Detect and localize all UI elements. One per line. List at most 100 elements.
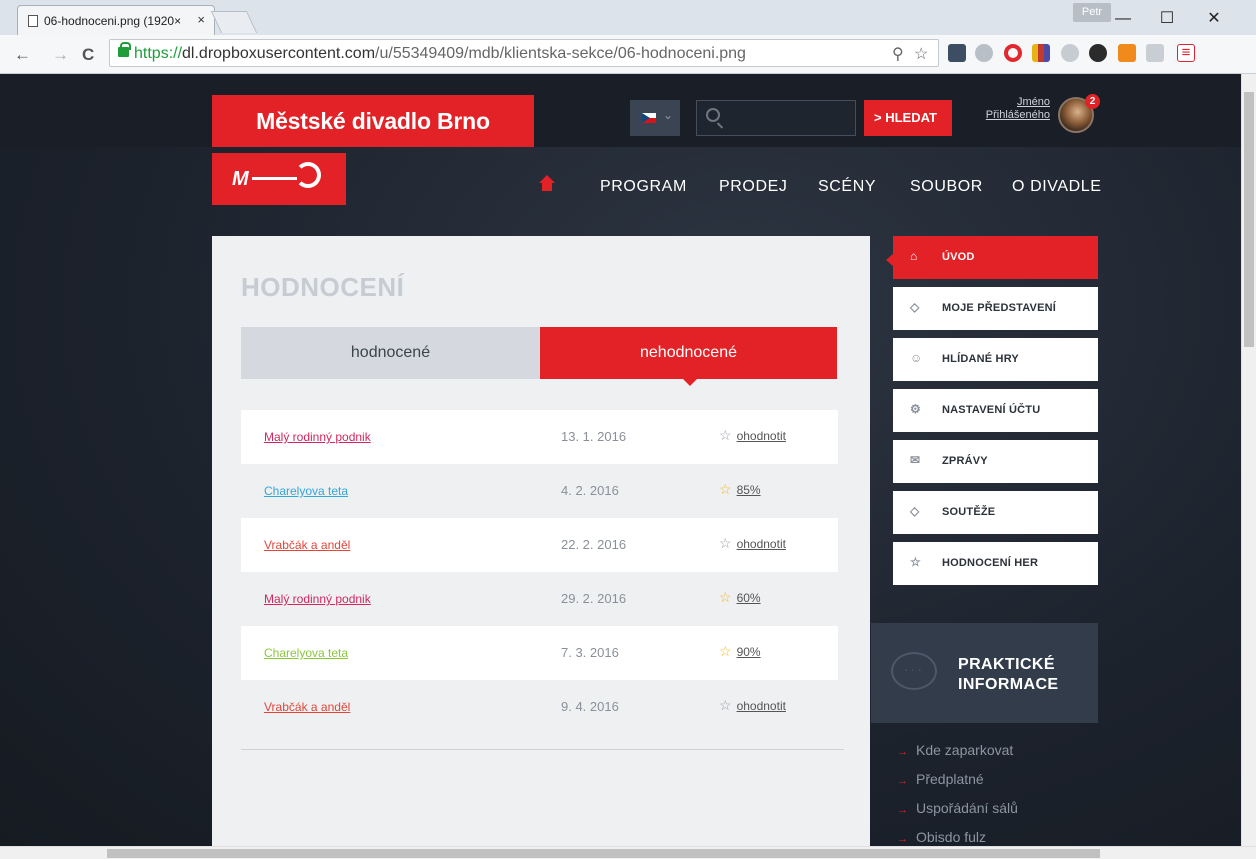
close-tab-icon[interactable]: ×: [197, 12, 205, 27]
sidebar-item-label: MOJE PŘEDSTAVENÍ: [942, 302, 1057, 314]
new-tab-button[interactable]: [210, 11, 258, 33]
back-button[interactable]: ←: [14, 45, 31, 65]
sidebar-item-label: ÚVOD: [942, 251, 975, 263]
forward-button[interactable]: →: [52, 45, 69, 65]
lock-icon: [118, 42, 131, 57]
nav-prodej[interactable]: PRODEJ: [719, 178, 788, 196]
play-date: 9. 4. 2016: [561, 699, 619, 714]
play-title-link[interactable]: Charelyova teta: [264, 646, 348, 660]
sidebar-item-soutěže[interactable]: ◇ SOUTĚŽE: [893, 491, 1098, 534]
grey-extension-icon[interactable]: [1146, 44, 1164, 62]
gear-icon: ⚙: [910, 402, 921, 416]
play-date: 13. 1. 2016: [561, 429, 627, 444]
opera-extension-icon[interactable]: [1004, 44, 1022, 62]
rating-link[interactable]: ☆ 85%: [719, 481, 761, 498]
user-name-link[interactable]: Jméno Přihlášeného: [980, 96, 1050, 122]
rating-link[interactable]: ☆ ohodnotit: [719, 535, 786, 552]
search-icon: [706, 108, 720, 122]
play-date: 29. 2. 2016: [561, 591, 627, 606]
browser-tab[interactable]: 06-hodnoceni.png (1920× ×: [17, 5, 215, 35]
pocket-extension-icon[interactable]: [948, 44, 966, 62]
star-icon: ☆: [910, 555, 921, 569]
maximize-button[interactable]: ☐: [1145, 6, 1189, 32]
star-icon: ☆: [719, 697, 732, 713]
chat-bubble-icon: ···: [891, 652, 937, 690]
info-link[interactable]: → Uspořádání sálů: [897, 800, 1018, 816]
scrollbar-thumb[interactable]: [1244, 92, 1254, 347]
table-row: Malý rodinný podnik 13. 1. 2016 ☆ ohodnotit: [241, 410, 838, 464]
vertical-scrollbar[interactable]: [1241, 74, 1256, 846]
info-link[interactable]: → Kde zaparkovat: [897, 742, 1013, 758]
arrow-icon: →: [897, 746, 908, 758]
sidebar-item-nastavení-účtu[interactable]: ⚙ NASTAVENÍ ÚČTU: [893, 389, 1098, 432]
site-brand[interactable]: Městské divadlo Brno: [212, 95, 534, 147]
play-title-link[interactable]: Malý rodinný podnik: [264, 430, 371, 444]
sidebar-item-hlídané-hry[interactable]: ☺ HLÍDANÉ HRY: [893, 338, 1098, 381]
table-row: Vrabčák a anděl 22. 2. 2016 ☆ ohodnotit: [241, 518, 838, 572]
tab-rated[interactable]: hodnocené: [241, 327, 540, 379]
sidebar-item-hodnocení-her[interactable]: ☆ HODNOCENÍ HER: [893, 542, 1098, 585]
rating-link[interactable]: ☆ 90%: [719, 643, 761, 660]
page-viewport: Městské divadlo Brno ⌄ > HLEDAT Jméno Při…: [0, 74, 1241, 846]
chart-extension-icon[interactable]: [1118, 44, 1136, 62]
sidebar-item-label: SOUTĚŽE: [942, 506, 996, 518]
scrollbar-thumb[interactable]: [107, 849, 1100, 858]
search-input[interactable]: [696, 100, 856, 136]
envelope-icon: ✉: [910, 453, 921, 467]
home-icon[interactable]: [539, 175, 555, 193]
tab-unrated[interactable]: nehodnocené: [540, 327, 837, 379]
star-icon: ☆: [719, 643, 732, 659]
document-icon: [28, 14, 38, 27]
sidebar-item-label: HLÍDANÉ HRY: [942, 353, 1019, 365]
arrow-icon: >: [874, 110, 882, 125]
sidebar-item-úvod[interactable]: ⌂ ÚVOD: [893, 236, 1098, 279]
search-button[interactable]: > HLEDAT: [864, 100, 952, 136]
notification-badge[interactable]: 2: [1085, 94, 1100, 109]
settings-extension-icon[interactable]: [1089, 44, 1107, 62]
nav-o-divadle[interactable]: O DIVADLE: [1012, 178, 1102, 196]
info-link[interactable]: → Předplatné: [897, 771, 984, 787]
home-icon: ⌂: [910, 249, 918, 263]
zoom-icon[interactable]: ⚲: [892, 44, 904, 64]
arrow-icon: →: [897, 833, 908, 845]
play-date: 4. 2. 2016: [561, 483, 619, 498]
practical-info-title: PRAKTICKÉ INFORMACE: [958, 656, 1059, 693]
nav-soubor[interactable]: SOUBOR: [910, 178, 983, 196]
bookmark-star-icon[interactable]: ☆: [914, 44, 928, 64]
close-window-button[interactable]: ✕: [1192, 6, 1236, 32]
reload-button[interactable]: C: [82, 45, 94, 65]
extension-icon[interactable]: [975, 44, 993, 62]
horizontal-scrollbar[interactable]: [0, 846, 1256, 859]
chevron-down-icon: ⌄: [663, 108, 674, 122]
sidebar-item-zprávy[interactable]: ✉ ZPRÁVY: [893, 440, 1098, 483]
language-selector[interactable]: ⌄: [630, 100, 680, 136]
star-icon: ☆: [719, 481, 732, 497]
info-link[interactable]: → Obisdo fulz: [897, 829, 986, 845]
bars-extension-icon[interactable]: [1032, 44, 1050, 62]
table-row: Charelyova teta 4. 2. 2016 ☆ 85%: [241, 464, 838, 518]
nav-sceny[interactable]: SCÉNY: [818, 178, 876, 196]
rating-link[interactable]: ☆ ohodnotit: [719, 427, 786, 444]
theatre-logo[interactable]: M: [212, 153, 346, 205]
ip-extension-icon[interactable]: [1061, 44, 1079, 62]
tag-icon: ◇: [910, 504, 920, 518]
play-title-link[interactable]: Charelyova teta: [264, 484, 348, 498]
minimize-button[interactable]: —: [1101, 6, 1145, 32]
play-title-link[interactable]: Malý rodinný podnik: [264, 592, 371, 606]
nav-program[interactable]: PROGRAM: [600, 178, 687, 196]
sidebar-item-label: NASTAVENÍ ÚČTU: [942, 404, 1041, 416]
practical-info-box: ··· PRAKTICKÉ INFORMACE: [871, 623, 1098, 723]
play-title-link[interactable]: Vrabčák a anděl: [264, 538, 350, 552]
play-title-link[interactable]: Vrabčák a anděl: [264, 700, 350, 714]
sidebar-item-moje-představení[interactable]: ◇ MOJE PŘEDSTAVENÍ: [893, 287, 1098, 330]
tab-title: 06-hodnoceni.png (1920×: [44, 13, 182, 28]
play-date: 7. 3. 2016: [561, 645, 619, 660]
rating-link[interactable]: ☆ 60%: [719, 589, 761, 606]
ticket-icon: ◇: [910, 300, 920, 314]
rating-link[interactable]: ☆ ohodnotit: [719, 697, 786, 714]
browser-toolbar: ← → C https://dl.dropboxusercontent.com/…: [0, 35, 1256, 74]
url-text[interactable]: https://dl.dropboxusercontent.com/u/5534…: [134, 45, 746, 63]
address-bar[interactable]: https://dl.dropboxusercontent.com/u/5534…: [109, 39, 939, 67]
arrow-icon: →: [897, 804, 908, 816]
menu-icon[interactable]: ≡: [1177, 44, 1195, 62]
